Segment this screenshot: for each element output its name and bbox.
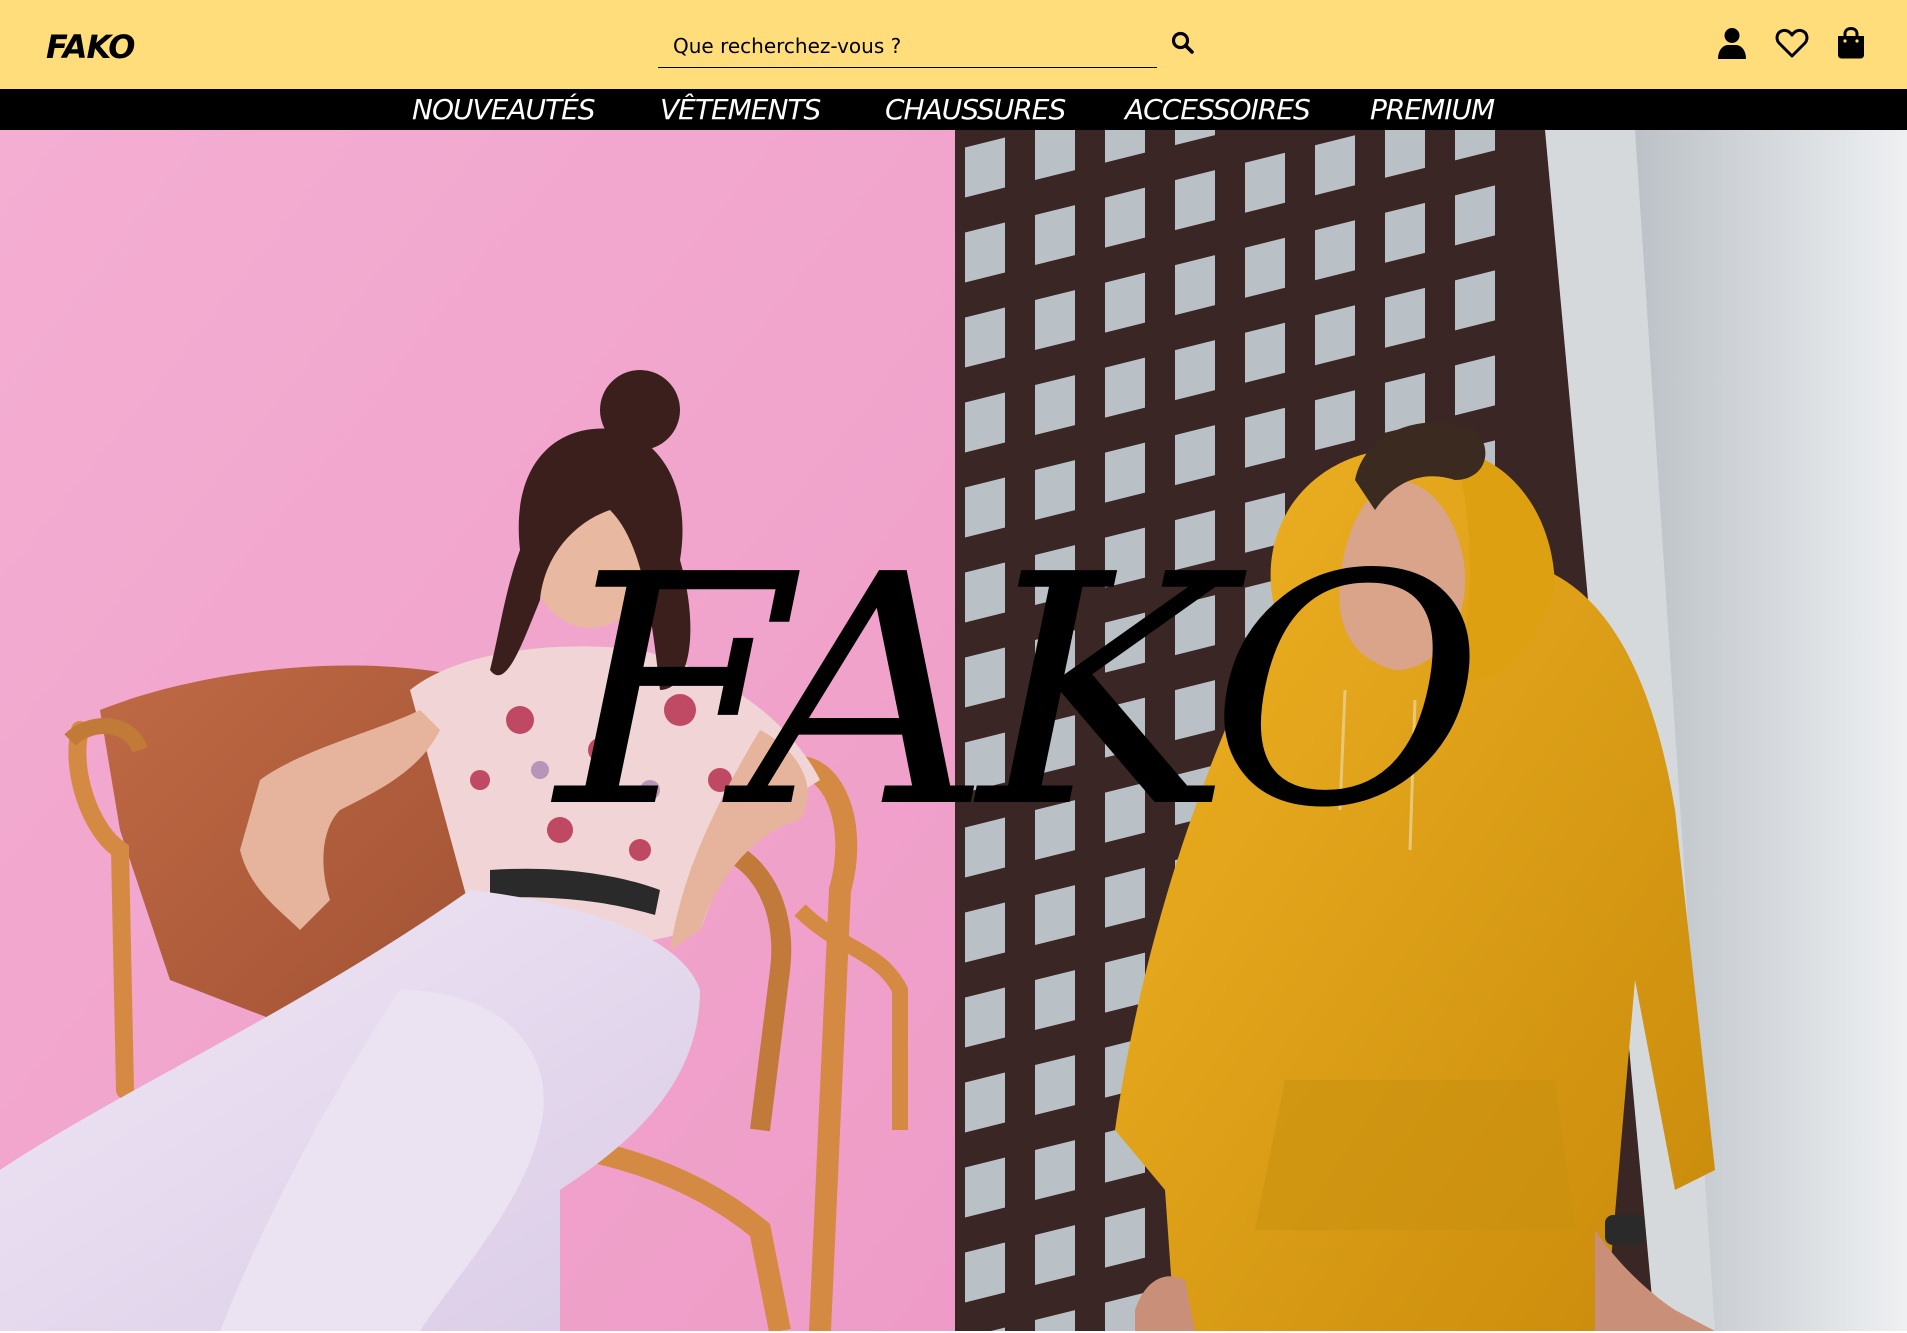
heart-icon [1775, 28, 1809, 58]
account-button[interactable] [1715, 26, 1749, 60]
hero-banner: FAKO [0, 130, 1907, 1333]
shopping-bag-icon [1838, 26, 1864, 59]
site-logo[interactable]: FAKO [46, 28, 135, 66]
nav-item-accessoires[interactable]: ACCESSOIRES [1125, 92, 1311, 128]
hero-image-men[interactable] [955, 130, 1907, 1331]
search-bar [658, 26, 1157, 68]
hero-image-women[interactable] [0, 130, 955, 1331]
nav-item-chaussures[interactable]: CHAUSSURES [885, 92, 1066, 128]
cart-button[interactable] [1834, 26, 1868, 60]
site-header: FAKO [0, 0, 1907, 89]
main-nav: NOUVEAUTÉS VÊTEMENTS CHAUSSURES ACCESSOI… [0, 89, 1907, 130]
nav-item-nouveautes[interactable]: NOUVEAUTÉS [412, 92, 596, 128]
search-icon [1171, 31, 1194, 54]
search-button[interactable] [1170, 30, 1196, 56]
woman-on-chair-image [0, 130, 955, 1331]
user-icon [1718, 28, 1746, 59]
wishlist-button[interactable] [1775, 26, 1809, 60]
nav-item-premium[interactable]: PREMIUM [1370, 92, 1495, 128]
man-yellow-hoodie-image [955, 130, 1907, 1331]
nav-item-vetements[interactable]: VÊTEMENTS [660, 92, 821, 128]
search-input[interactable] [658, 26, 1157, 66]
